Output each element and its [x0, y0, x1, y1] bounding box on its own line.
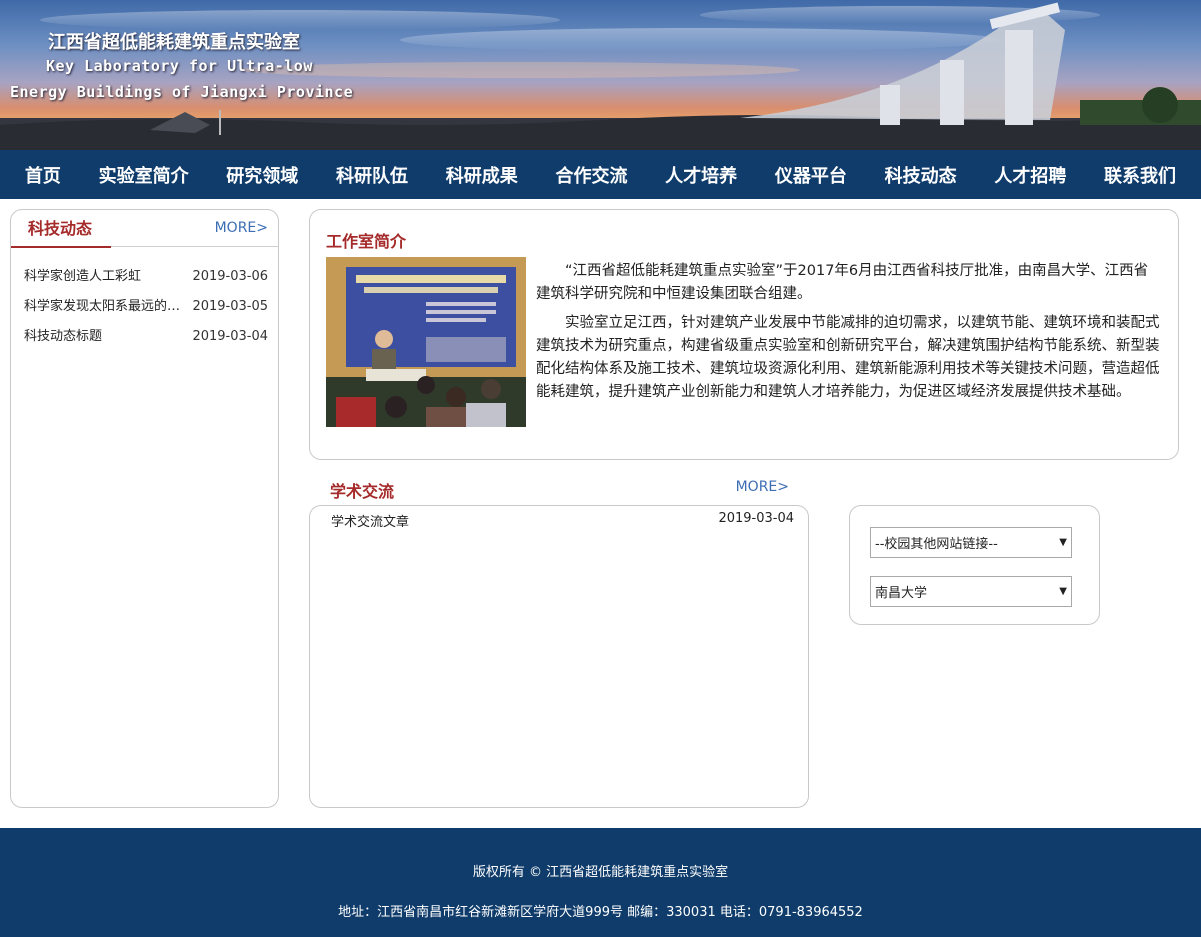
- site-links-panel: --校园其他网站链接-- ▼ 南昌大学 ▼: [849, 505, 1100, 625]
- main-nav: 首页 实验室简介 研究领域 科研队伍 科研成果 合作交流 人才培养 仪器平台 科…: [0, 150, 1201, 199]
- news-item-title[interactable]: 科技动态标题: [24, 328, 102, 358]
- campus-sites-select-value: --校园其他网站链接--: [875, 537, 998, 552]
- nav-instrument-platform[interactable]: 仪器平台: [769, 158, 853, 192]
- dropdown-arrow-icon: ▼: [1059, 586, 1067, 597]
- banner-title-en-line2: Energy Buildings of Jiangxi Province: [10, 83, 354, 101]
- nav-contact[interactable]: 联系我们: [1098, 158, 1182, 192]
- news-item-title[interactable]: 科学家发现太阳系最远的天体: [24, 298, 184, 328]
- news-item-date: 2019-03-04: [192, 329, 268, 344]
- nav-research-team[interactable]: 科研队伍: [330, 158, 414, 192]
- dropdown-arrow-icon: ▼: [1059, 537, 1067, 548]
- nav-research-areas[interactable]: 研究领域: [220, 158, 304, 192]
- banner-landscape-image: [0, 2, 1201, 150]
- news-item-date: 2019-03-06: [192, 269, 268, 284]
- news-item-date: 2019-03-05: [192, 299, 268, 314]
- university-select-value: 南昌大学: [875, 586, 928, 601]
- nav-talent-training[interactable]: 人才培养: [659, 158, 743, 192]
- news-item[interactable]: 科学家发现太阳系最远的天体 2019-03-05: [24, 298, 268, 328]
- intro-paragraph: “江西省超低能耗建筑重点实验室”于2017年6月由江西省科技厅批准，由南昌大学、…: [536, 263, 1149, 302]
- campus-sites-select[interactable]: --校园其他网站链接-- ▼: [870, 527, 1072, 558]
- banner-title-cn: 江西省超低能耗建筑重点实验室: [48, 32, 300, 53]
- lab-intro-title: 工作室简介: [326, 232, 407, 251]
- academic-exchange-more-link[interactable]: MORE>: [736, 479, 789, 495]
- intro-paragraph: 实验室立足江西，针对建筑产业发展中节能减排的迫切需求，以建筑节能、建筑环境和装配…: [536, 315, 1160, 400]
- tech-news-title: 科技动态: [11, 214, 111, 248]
- news-item[interactable]: 科技动态标题 2019-03-04: [24, 328, 268, 358]
- nav-cooperation[interactable]: 合作交流: [549, 158, 633, 192]
- news-item[interactable]: 科学家创造人工彩虹 2019-03-06: [24, 268, 268, 298]
- nav-home[interactable]: 首页: [19, 158, 67, 192]
- academic-item-title[interactable]: 学术交流文章: [331, 511, 409, 530]
- lab-intro-text: “江西省超低能耗建筑重点实验室”于2017年6月由江西省科技厅批准，由南昌大学、…: [536, 260, 1162, 410]
- academic-exchange-panel: 学术交流文章 2019-03-04: [309, 505, 809, 808]
- nav-lab-intro[interactable]: 实验室简介: [93, 158, 195, 192]
- nav-tech-news[interactable]: 科技动态: [879, 158, 963, 192]
- list-item[interactable]: 学术交流文章 2019-03-04: [331, 511, 794, 530]
- conference-photo: [326, 257, 526, 427]
- tech-news-panel: 科技动态 MORE> 科学家创造人工彩虹 2019-03-06 科学家发现太阳系…: [10, 209, 279, 808]
- academic-exchange-title: 学术交流: [330, 482, 395, 501]
- banner-title-en-line1: Key Laboratory for Ultra-low: [46, 57, 313, 75]
- header-banner: 江西省超低能耗建筑重点实验室 Key Laboratory for Ultra-…: [0, 0, 1201, 150]
- nav-achievements[interactable]: 科研成果: [440, 158, 524, 192]
- university-select[interactable]: 南昌大学 ▼: [870, 576, 1072, 607]
- nav-recruitment[interactable]: 人才招聘: [988, 158, 1072, 192]
- tech-news-list: 科学家创造人工彩虹 2019-03-06 科学家发现太阳系最远的天体 2019-…: [24, 268, 268, 358]
- lab-intro-panel: 工作室简介 “江西省超低能耗建筑重点实验室”于2017年6月由江西省科技厅批准，…: [309, 209, 1179, 460]
- tech-news-more-link[interactable]: MORE>: [215, 220, 268, 236]
- academic-item-date: 2019-03-04: [718, 511, 794, 526]
- footer-copyright: 版权所有 © 江西省超低能耗建筑重点实验室: [472, 865, 729, 880]
- footer-address: 地址：江西省南昌市红谷新滩新区学府大道999号 邮编：330031 电话：079…: [338, 905, 863, 920]
- academic-exchange-header: 学术交流 MORE>: [309, 473, 809, 503]
- news-item-title[interactable]: 科学家创造人工彩虹: [24, 268, 141, 298]
- page-footer: 版权所有 © 江西省超低能耗建筑重点实验室 地址：江西省南昌市红谷新滩新区学府大…: [0, 828, 1201, 937]
